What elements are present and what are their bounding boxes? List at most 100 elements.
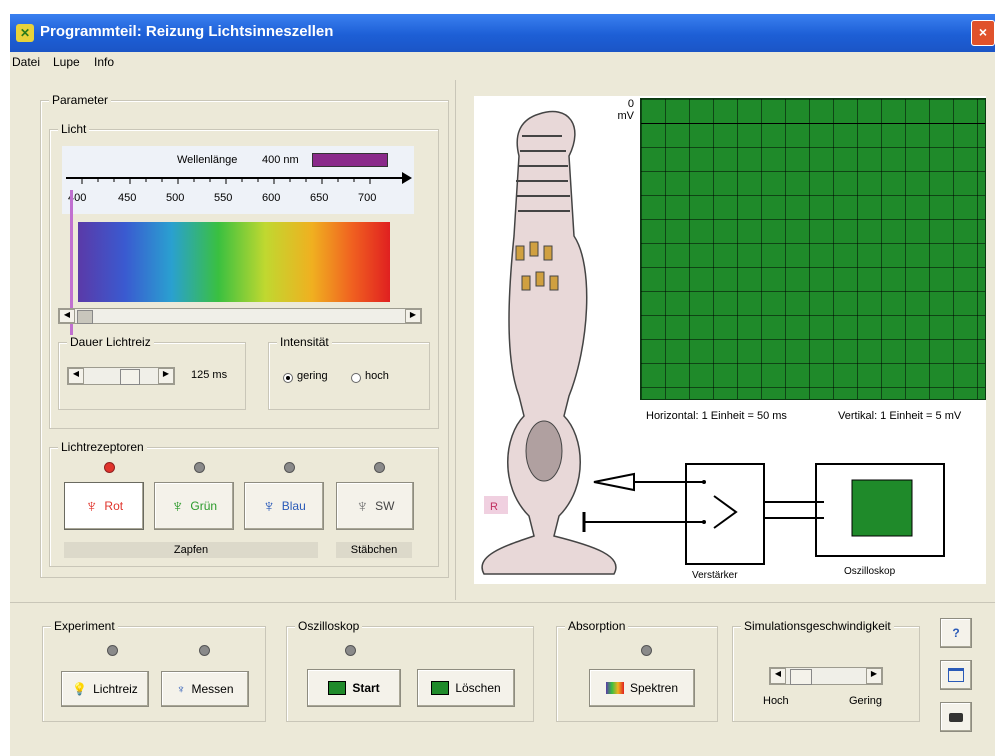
dauer-thumb[interactable] (120, 369, 140, 385)
app-window: ✕ Programmteil: Reizung Lichtsinneszelle… (10, 14, 995, 756)
tick-550: 550 (214, 192, 233, 204)
window-title: Programmteil: Reizung Lichtsinneszellen (40, 23, 334, 40)
spektren-button[interactable]: Spektren (589, 669, 695, 707)
menu-datei[interactable]: Datei (12, 55, 40, 69)
dauer-right-button[interactable]: ▶ (158, 368, 174, 384)
tick-450: 450 (118, 192, 137, 204)
led-rot (104, 462, 115, 473)
simulation-label: Simulationsgeschwindigkeit (741, 619, 894, 633)
oszilloskop-label: Oszilloskop (295, 619, 363, 633)
dauer-left-button[interactable]: ◀ (68, 368, 84, 384)
loeschen-button[interactable]: Löschen (417, 669, 515, 707)
wavelength-color-swatch (312, 153, 388, 167)
led-start (345, 645, 356, 656)
tick-500: 500 (166, 192, 185, 204)
dauer-group: Dauer Lichtreiz ◀ ▶ 125 ms (58, 335, 246, 410)
verstaerker-label: Verstärker (692, 570, 738, 581)
hoch-label: Hoch (763, 695, 789, 707)
horizontal-scale: Horizontal: 1 Einheit = 50 ms (646, 410, 787, 422)
receptor-gruen-icon: ♆ (170, 495, 185, 516)
osc-zero-label: 0 (627, 98, 634, 110)
horizontal-divider (10, 602, 995, 603)
dauer-value: 125 ms (191, 369, 228, 381)
scroll-thumb[interactable] (77, 310, 93, 324)
radio-hoch-label: hoch (365, 370, 389, 382)
sim-left-button[interactable]: ◀ (770, 668, 786, 684)
led-lichtreiz (107, 645, 118, 656)
osc-unit-label: mV (617, 110, 635, 122)
experiment-label: Experiment (51, 619, 118, 633)
absorption-group: Absorption Spektren (556, 619, 718, 722)
oszilloskop-diagram-label: Oszilloskop (844, 566, 896, 577)
help-button[interactable]: ? (940, 618, 972, 648)
sim-thumb[interactable] (790, 669, 812, 685)
tick-700: 700 (358, 192, 377, 204)
loeschen-label: Löschen (455, 681, 501, 695)
signal-trace (641, 123, 985, 124)
licht-group: Licht Wellenlänge 400 nm 400 450 500 550… (49, 122, 439, 429)
spectrum-icon (605, 682, 624, 694)
led-blau (284, 462, 295, 473)
gruen-button[interactable]: ♆ Grün (154, 482, 234, 530)
menu-bar: Datei Lupe Info (10, 52, 995, 72)
wavelength-label: Wellenlänge (177, 154, 238, 166)
led-sw (374, 462, 385, 473)
tick-650: 650 (310, 192, 329, 204)
visualization-panel: R 0 mV Horizontal: 1 Einheit = 50 ms Ver… (474, 96, 986, 584)
receptor-blau-icon: ♆ (262, 495, 276, 516)
start-button[interactable]: Start (307, 669, 401, 707)
camera-button[interactable] (940, 702, 972, 732)
start-label: Start (352, 681, 380, 695)
dauer-label: Dauer Lichtreiz (67, 335, 154, 349)
tick-600: 600 (262, 192, 281, 204)
parameter-group: Parameter Licht Wellenlänge 400 nm 400 4… (40, 93, 449, 578)
cell-label: R (490, 501, 498, 513)
simulation-slider[interactable]: ◀ ▶ (769, 667, 883, 685)
lichtreiz-label: Lichtreiz (93, 682, 138, 696)
window-icon (948, 668, 964, 682)
gruen-label: Grün (190, 499, 218, 513)
messen-label: Messen (191, 682, 234, 696)
window-button[interactable] (940, 660, 972, 690)
camera-icon (949, 712, 963, 722)
parameter-label: Parameter (49, 93, 112, 107)
sim-right-button[interactable]: ▶ (866, 668, 882, 684)
absorption-label: Absorption (565, 619, 629, 633)
experiment-group: Experiment 💡 Lichtreiz ♆ Messen (42, 619, 266, 722)
receptor-rot-icon: ♆ (84, 495, 99, 516)
vertical-scale: Vertikal: 1 Einheit = 5 mV (838, 410, 962, 422)
intensitaet-group: Intensität gering hoch (268, 335, 430, 410)
electrode-icon: ♆ (176, 682, 186, 696)
oscilloscope-start-icon (328, 681, 347, 695)
osc-axis-labels: 0 mV (612, 98, 635, 138)
spektren-label: Spektren (629, 681, 679, 695)
help-icon: ? (952, 626, 960, 640)
rot-button[interactable]: ♆ Rot (64, 482, 144, 530)
sw-label: SW (375, 499, 395, 513)
oszilloskop-group: Oszilloskop Start Löschen (286, 619, 534, 722)
simulation-group: Simulationsgeschwindigkeit ◀ ▶ Hoch Geri… (732, 619, 920, 722)
messen-button[interactable]: ♆ Messen (161, 671, 249, 707)
close-button[interactable]: × (971, 20, 995, 46)
wavelength-scrollbar[interactable]: ◀ ▶ (58, 308, 422, 324)
sw-button[interactable]: ♆ SW (336, 482, 414, 530)
blau-label: Blau (281, 499, 306, 513)
scroll-right-button[interactable]: ▶ (405, 309, 421, 323)
receptor-sw-icon: ♆ (355, 495, 370, 516)
oscilloscope-screen (640, 98, 986, 400)
title-bar: ✕ Programmteil: Reizung Lichtsinneszelle… (10, 14, 995, 52)
oscilloscope-clear-icon (431, 681, 450, 695)
scroll-left-button[interactable]: ◀ (59, 309, 75, 323)
circuit-diagram: Verstärker Oszilloskop (582, 463, 945, 581)
dauer-slider[interactable]: ◀ ▶ (67, 367, 175, 385)
menu-info[interactable]: Info (94, 55, 114, 69)
radio-gering[interactable] (283, 373, 293, 383)
led-gruen (194, 462, 205, 473)
app-icon: ✕ (16, 24, 34, 42)
rot-label: Rot (104, 499, 124, 513)
lichtreiz-button[interactable]: 💡 Lichtreiz (61, 671, 149, 707)
menu-lupe[interactable]: Lupe (53, 55, 80, 69)
spectrum-bar (78, 222, 390, 302)
blau-button[interactable]: ♆ Blau (244, 482, 324, 530)
radio-hoch[interactable] (351, 373, 361, 383)
